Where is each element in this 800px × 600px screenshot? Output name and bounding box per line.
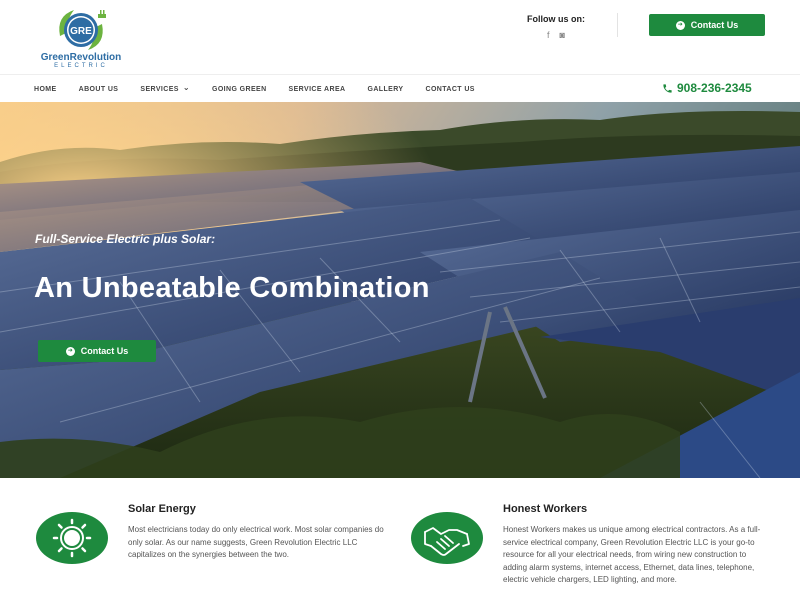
arrow-right-icon: ➜ [675,20,685,30]
feature-title: Honest Workers [503,503,588,515]
sun-icon [36,512,108,564]
handshake-icon [411,512,483,564]
logo-subtitle: ELECTRIC [54,63,108,69]
hero-subtitle: Full-Service Electric plus Solar: [35,232,216,246]
social-follow: Follow us on: f ◙ [516,14,596,40]
phone-link[interactable]: 908-236-2345 [662,81,752,95]
logo-name: GreenRevolution [40,52,122,63]
nav-item-contact-us[interactable]: CONTACT US [425,86,474,93]
header-divider [617,13,618,37]
svg-text:GRE: GRE [70,26,92,37]
nav-item-gallery[interactable]: GALLERY [367,86,403,93]
facebook-icon[interactable]: f [547,30,550,40]
header-contact-button[interactable]: ➜ Contact Us [649,14,765,36]
main-nav: HOME ABOUT US SERVICES ⌄ GOING GREEN SERV… [0,74,800,102]
nav-item-going-green[interactable]: GOING GREEN [212,86,267,93]
hero-contact-button[interactable]: ➜ Contact Us [38,340,156,362]
feature-description: Honest Workers makes us unique among ele… [503,525,761,584]
logo[interactable]: GRE GreenRevolution ELECTRIC [36,6,126,70]
feature-title: Solar Energy [128,503,196,515]
phone-icon [663,83,672,93]
follow-label: Follow us on: [527,14,585,24]
nav-item-service-area[interactable]: SERVICE AREA [289,86,346,93]
arrow-right-icon: ➜ [65,346,75,356]
hero-title: An Unbeatable Combination [34,272,430,304]
hero-banner: Full-Service Electric plus Solar: An Unb… [0,102,800,478]
nav-item-services[interactable]: SERVICES ⌄ [140,82,190,93]
instagram-icon[interactable]: ◙ [560,30,565,40]
nav-item-about-us[interactable]: ABOUT US [79,86,119,93]
nav-item-home[interactable]: HOME [34,86,57,93]
chevron-down-icon: ⌄ [182,82,190,92]
feature-description: Most electricians today do only electric… [128,525,384,559]
logo-emblem-icon: GRE [59,10,106,50]
site-header: GRE GreenRevolution ELECTRIC Follow us o… [0,0,800,74]
